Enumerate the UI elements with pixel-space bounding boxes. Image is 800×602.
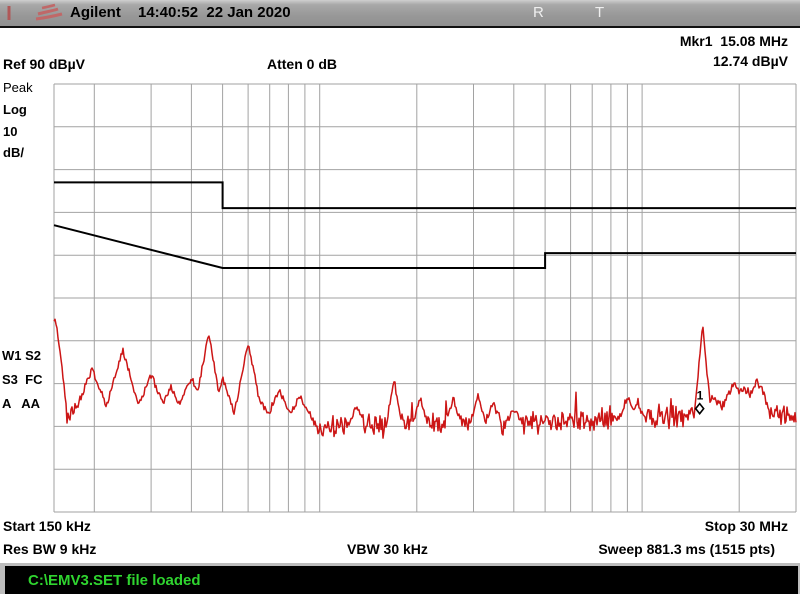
quasi-peak-limit-line [54,181,796,210]
stop-freq-label: Stop 30 MHz [704,518,788,534]
sweep-label: Sweep 881.3 ms (1515 pts) [598,541,775,557]
marker-level-readout: 12.74 dBµV [713,53,788,69]
status-bar: C:\EMV3.SET file loaded [0,563,800,594]
average-limit-line [53,224,796,269]
header-bar: Agilent 14:40:52 22 Jan 2020 R T [0,0,800,28]
spectrum-plot: 1 [53,83,797,513]
start-freq-label: Start 150 kHz [3,518,91,534]
remote-indicator: R [533,4,544,21]
detector-label: Peak [3,80,33,95]
agilent-spark-icon [7,3,63,21]
scale-value-label: 10 [3,124,18,139]
marker-diamond-icon [694,402,705,415]
talker-indicator: T [595,4,605,21]
analyzer-screen: { "header": { "brand": "Agilent", "times… [0,0,800,594]
marker-freq-readout: Mkr1 15.08 MHz [679,33,788,49]
trace1-peak-detector-polyline [53,318,797,439]
datetime-label: 14:40:52 22 Jan 2020 [138,4,291,21]
ref-level-label: Ref 90 dBµV [3,56,85,72]
scale-type-label: Log [3,102,27,117]
vbw-label: VBW 30 kHz [347,541,428,557]
marker-number-label: 1 [697,389,704,403]
trace-status-row1: W1 S2 [2,348,42,363]
trace-status-row2: S3 FC [2,372,43,387]
graticule-grid [53,83,797,513]
trace-status-row3: A AA [2,396,41,411]
status-message: C:\EMV3.SET file loaded [28,572,201,589]
scale-unit-label: dB/ [3,145,24,160]
res-bw-label: Res BW 9 kHz [3,541,97,557]
brand-label: Agilent [70,4,121,21]
atten-label: Atten 0 dB [267,56,337,72]
